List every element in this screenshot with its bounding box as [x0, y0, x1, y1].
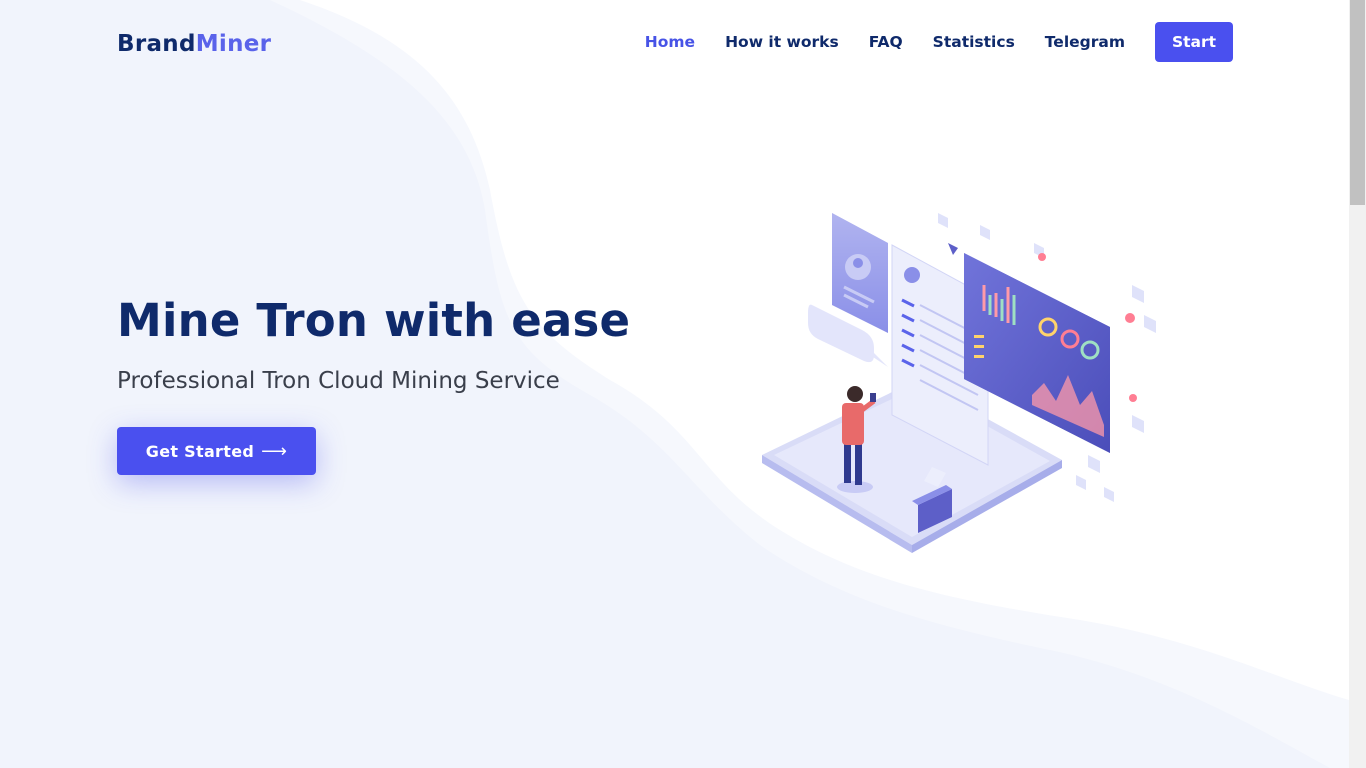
arrow-right-icon: ⟶	[261, 440, 288, 462]
brand-name-part1: Brand	[117, 31, 196, 57]
nav-link-faq[interactable]: FAQ	[869, 22, 903, 62]
nav-link-how-it-works[interactable]: How it works	[725, 22, 839, 62]
vertical-scrollbar[interactable]	[1349, 0, 1366, 768]
start-button[interactable]: Start	[1155, 22, 1233, 62]
nav-link-home[interactable]: Home	[645, 22, 695, 62]
nav-link-telegram[interactable]: Telegram	[1045, 22, 1125, 62]
scrollbar-thumb[interactable]	[1350, 0, 1365, 205]
page: BrandMiner Home How it works FAQ Statist…	[0, 0, 1349, 768]
hero-subtitle: Professional Tron Cloud Mining Service	[117, 368, 560, 394]
get-started-label: Get Started	[145, 441, 255, 461]
brand-name-part2: Miner	[195, 31, 272, 57]
nav-link-statistics[interactable]: Statistics	[933, 22, 1015, 62]
get-started-button[interactable]: Get Started ⟶	[117, 427, 316, 475]
brand-logo[interactable]: BrandMiner	[117, 29, 271, 59]
main-nav: Home How it works FAQ Statistics Telegra…	[615, 22, 1233, 62]
isometric-dashboard-illustration	[762, 213, 1156, 553]
hero-title: Mine Tron with ease	[117, 294, 631, 347]
